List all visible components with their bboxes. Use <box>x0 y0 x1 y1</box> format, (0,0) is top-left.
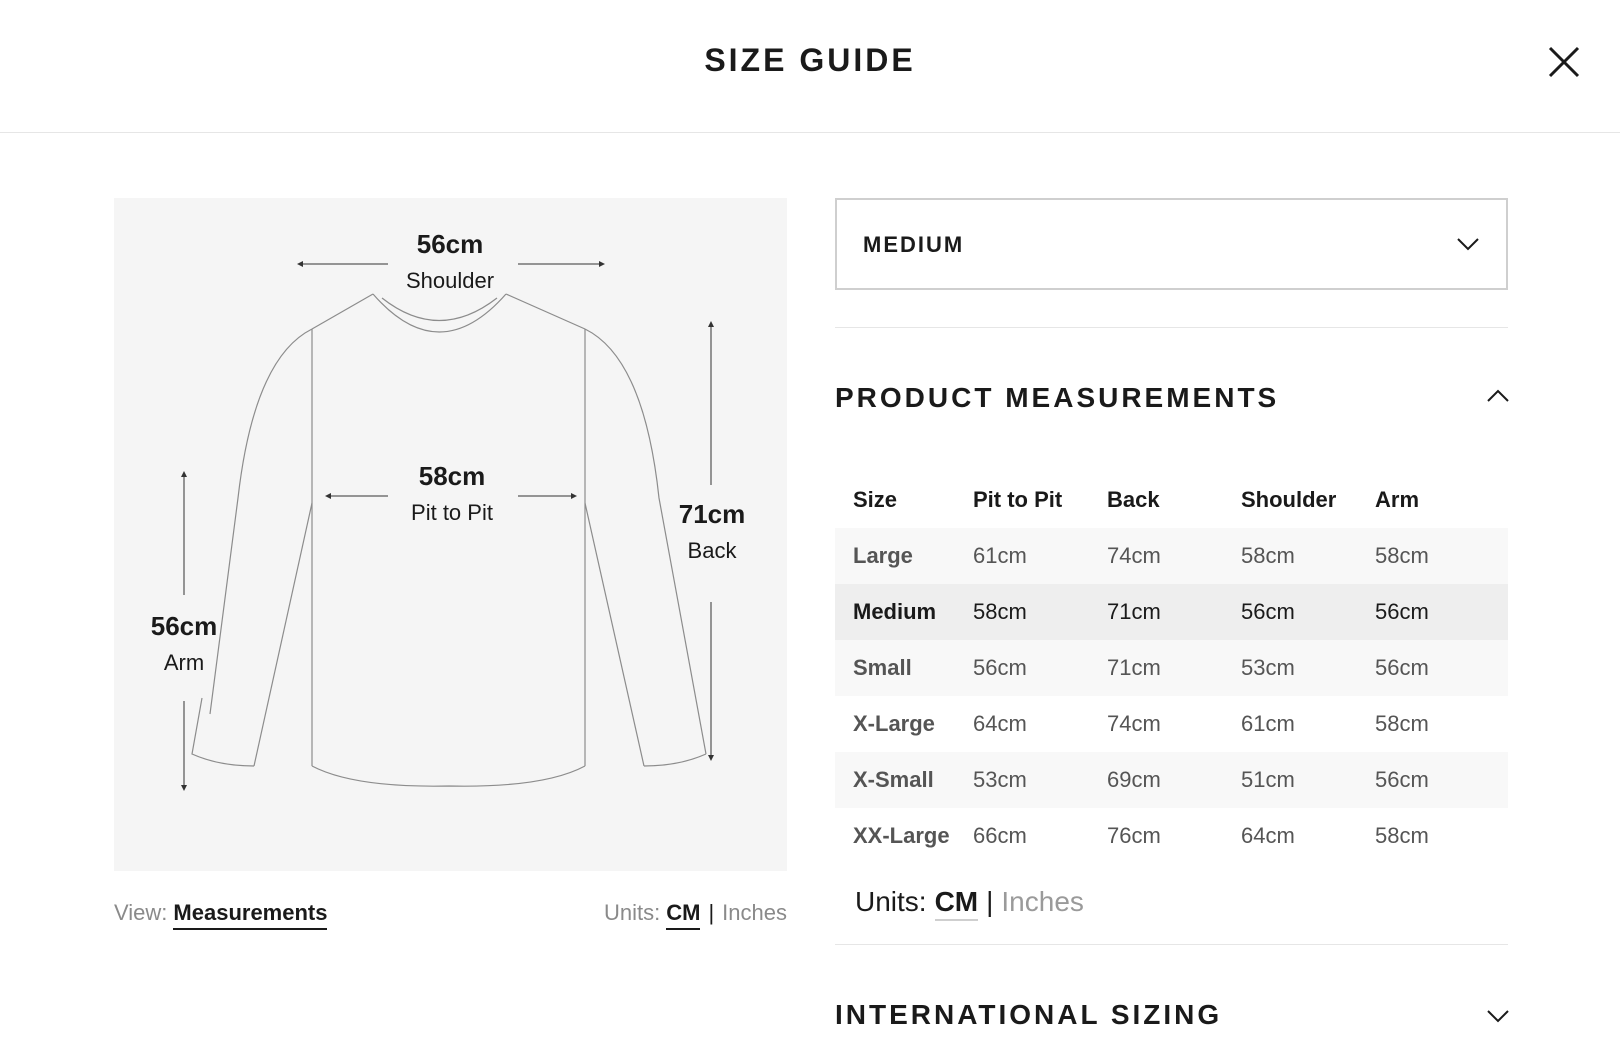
shoulder-dimension: 56cm Shoulder <box>380 228 520 296</box>
column-header: Back <box>1107 487 1160 512</box>
table-cell: 71cm <box>1089 584 1223 640</box>
column-header: Size <box>853 487 898 512</box>
table-cell: 64cm <box>973 711 1027 736</box>
table-cell: 58cm <box>1375 823 1429 848</box>
units-label: Units: <box>855 886 927 917</box>
table-cell: 61cm <box>1241 711 1295 736</box>
table-row-selected[interactable]: Medium 58cm 71cm 56cm 56cm <box>835 584 1508 640</box>
units-separator: | <box>708 900 715 925</box>
table-cell: 53cm <box>1223 640 1357 696</box>
shoulder-label: Shoulder <box>405 268 495 293</box>
divider <box>835 944 1508 945</box>
table-row[interactable]: X-Large 64cm 74cm 61cm 58cm <box>835 696 1508 752</box>
table-row[interactable]: XX-Large 66cm 76cm 64cm 58cm <box>835 808 1508 864</box>
close-icon <box>1548 46 1580 78</box>
table-cell: 61cm <box>955 528 1089 584</box>
table-cell: 51cm <box>1223 752 1357 808</box>
table-row[interactable]: Large 61cm 74cm 58cm 58cm <box>835 528 1508 584</box>
modal-header: SIZE GUIDE <box>0 0 1620 133</box>
size-cell: Medium <box>835 584 955 640</box>
measurement-diagram: 56cm Shoulder 58cm Pit to Pit 71cm Back … <box>114 198 787 871</box>
units-inches-link[interactable]: Inches <box>1001 886 1084 917</box>
size-cell: X-Small <box>835 752 955 808</box>
pit-to-pit-dimension: 58cm Pit to Pit <box>382 460 522 528</box>
units-cm-link[interactable]: CM <box>666 900 701 930</box>
table-cell: 56cm <box>1223 584 1357 640</box>
units-inches-link[interactable]: Inches <box>722 900 787 925</box>
page-title: SIZE GUIDE <box>704 42 916 78</box>
close-button[interactable] <box>1546 44 1582 80</box>
table-cell: 53cm <box>955 752 1089 808</box>
table-cell: 71cm <box>1089 640 1223 696</box>
column-header: Arm <box>1375 487 1420 512</box>
measurements-table: Size Pit to Pit Back Shoulder Arm Large … <box>835 472 1508 864</box>
shoulder-value: 56cm <box>416 229 484 259</box>
table-cell: 76cm <box>1107 823 1161 848</box>
column-header: Shoulder <box>1241 487 1337 512</box>
table-row[interactable]: Small 56cm 71cm 53cm 56cm <box>835 640 1508 696</box>
view-measurements-link[interactable]: Measurements <box>173 900 328 930</box>
table-row[interactable]: X-Small 53cm 69cm 51cm 56cm <box>835 752 1508 808</box>
table-cell: 56cm <box>1357 584 1508 640</box>
size-cell: Small <box>835 640 955 696</box>
table-cell: 58cm <box>1223 528 1357 584</box>
table-cell: 69cm <box>1089 752 1223 808</box>
arm-dimension: 56cm Arm <box>114 610 254 678</box>
table-cell: 58cm <box>1375 711 1429 736</box>
divider <box>835 327 1508 328</box>
chevron-down-icon <box>1457 238 1479 251</box>
table-cell: 74cm <box>1089 528 1223 584</box>
table-cell: 58cm <box>1357 528 1508 584</box>
units-cm-link[interactable]: CM <box>934 886 979 921</box>
size-cell: X-Large <box>853 711 935 736</box>
size-dropdown[interactable]: MEDIUM <box>835 198 1508 290</box>
table-header-row: Size Pit to Pit Back Shoulder Arm <box>835 472 1508 528</box>
arm-value: 56cm <box>150 611 218 641</box>
pit-to-pit-label: Pit to Pit <box>411 500 493 525</box>
size-dropdown-value: MEDIUM <box>863 232 965 257</box>
international-sizing-title[interactable]: INTERNATIONAL SIZING <box>835 999 1222 1031</box>
view-selector: View: Measurements <box>114 900 328 930</box>
table-cell: 56cm <box>955 640 1089 696</box>
view-label: View: <box>114 900 168 925</box>
back-dimension: 71cm Back <box>642 498 782 566</box>
table-cell: 58cm <box>955 584 1089 640</box>
table-cell: 56cm <box>1357 640 1508 696</box>
units-label: Units: <box>603 900 661 925</box>
product-measurements-title[interactable]: PRODUCT MEASUREMENTS <box>835 382 1279 414</box>
diagram-units-selector: Units: CM | Inches <box>603 900 787 930</box>
column-header: Pit to Pit <box>973 487 1063 512</box>
table-cell: 74cm <box>1107 711 1161 736</box>
table-cell: 66cm <box>973 823 1027 848</box>
size-cell: XX-Large <box>853 823 950 848</box>
arm-label: Arm <box>163 650 205 675</box>
table-units-selector: Units: CM | Inches <box>855 886 1084 921</box>
table-cell: 64cm <box>1241 823 1295 848</box>
pit-to-pit-value: 58cm <box>418 461 486 491</box>
table-cell: 56cm <box>1357 752 1508 808</box>
size-cell: Large <box>835 528 955 584</box>
units-separator: | <box>986 886 994 917</box>
back-value: 71cm <box>678 499 746 529</box>
back-label: Back <box>687 538 737 563</box>
chevron-up-icon[interactable] <box>1486 388 1510 404</box>
chevron-down-icon[interactable] <box>1486 1008 1510 1024</box>
